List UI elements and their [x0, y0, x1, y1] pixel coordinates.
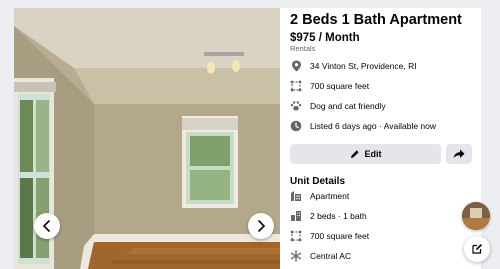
chat-head-avatar[interactable]: [462, 202, 490, 230]
square-footage-icon: [290, 80, 302, 92]
listing-category[interactable]: Rentals: [290, 44, 315, 53]
unit-row-ac: Central AC: [290, 250, 351, 262]
building-icon: [290, 210, 302, 222]
detail-row-address[interactable]: 34 Vinton St, Providence, RI: [290, 60, 417, 72]
detail-row-area: 700 square feet: [290, 80, 369, 92]
edit-button-label: Edit: [364, 149, 382, 159]
apartment-icon: [290, 190, 302, 202]
previous-photo-button[interactable]: [34, 213, 60, 239]
unit-type-text: Apartment: [310, 191, 350, 201]
unit-row-rooms: 2 beds · 1 bath: [290, 210, 367, 222]
unit-rooms-text: 2 beds · 1 bath: [310, 211, 367, 221]
pencil-icon: [350, 150, 359, 158]
unit-ac-text: Central AC: [310, 251, 352, 261]
chevron-left-icon: [42, 220, 50, 232]
clock-icon: [290, 120, 302, 132]
unit-row-area: 700 square feet: [290, 230, 369, 242]
next-photo-button[interactable]: [248, 213, 274, 239]
compose-icon: [472, 244, 482, 254]
square-footage-icon: [290, 230, 302, 242]
location-pin-icon: [290, 60, 302, 72]
address-text: 34 Vinton St, Providence, RI: [310, 61, 417, 71]
unit-row-type: Apartment: [290, 190, 349, 202]
area-text: 700 square feet: [310, 81, 370, 91]
listing-details-panel: 2 Beds 1 Bath Apartment $975 / Month Ren…: [280, 8, 481, 269]
detail-row-listed: Listed 6 days ago · Available now: [290, 120, 436, 132]
listing-title: 2 Beds 1 Bath Apartment: [290, 12, 462, 28]
avatar-image: [462, 202, 490, 230]
detail-row-pets: Dog and cat friendly: [290, 100, 386, 112]
snowflake-icon: [290, 250, 302, 262]
unit-details-heading: Unit Details: [290, 176, 346, 187]
edit-button[interactable]: Edit: [290, 144, 441, 164]
share-arrow-icon: [453, 149, 465, 159]
listing-photo[interactable]: [14, 8, 280, 269]
new-message-button[interactable]: [464, 236, 490, 262]
chevron-right-icon: [258, 220, 266, 232]
paw-icon: [290, 100, 302, 112]
listed-text: Listed 6 days ago · Available now: [310, 121, 437, 131]
share-button[interactable]: [446, 144, 472, 164]
unit-area-text: 700 square feet: [310, 231, 370, 241]
pets-text: Dog and cat friendly: [310, 101, 386, 111]
listing-price: $975 / Month: [290, 32, 360, 44]
